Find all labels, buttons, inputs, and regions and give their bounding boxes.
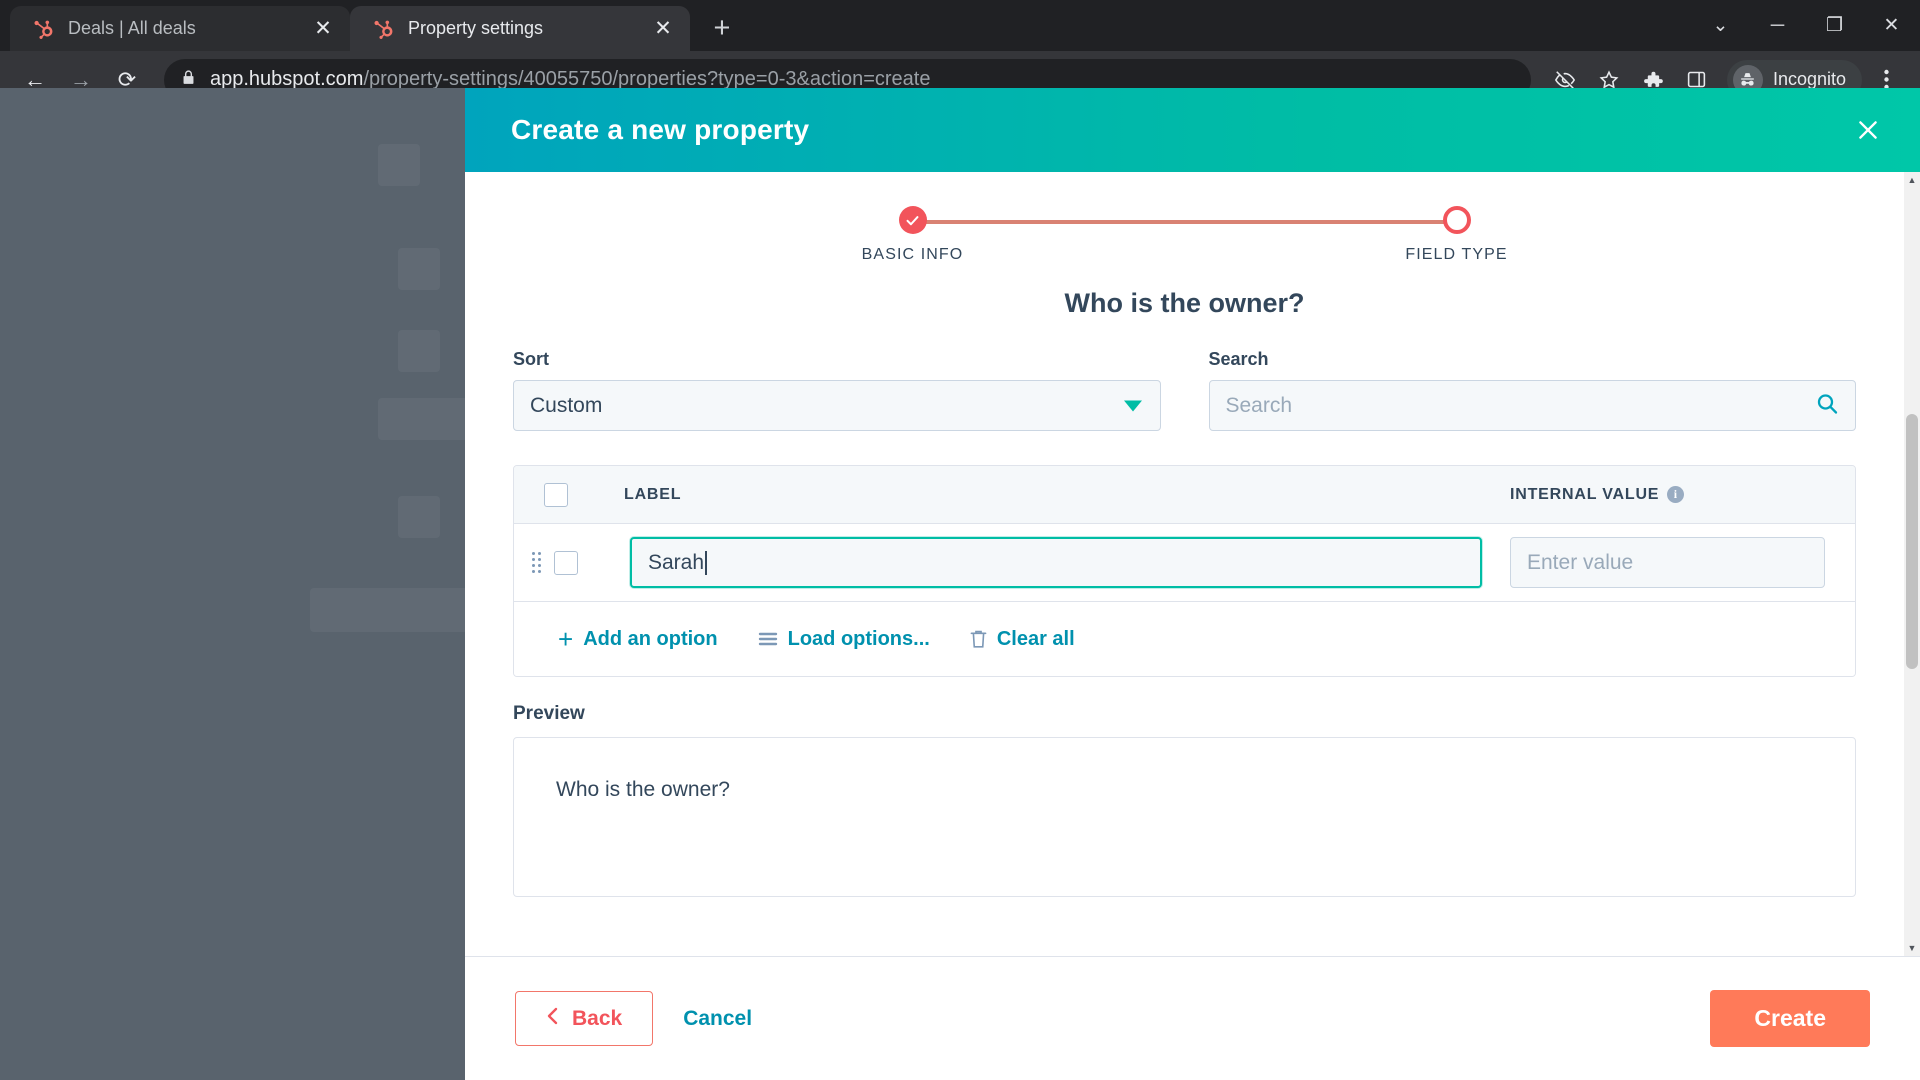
scrollbar-thumb[interactable] [1906, 414, 1918, 669]
hubspot-icon [32, 18, 54, 40]
preview-box: Who is the owner? [513, 737, 1856, 897]
info-icon[interactable]: i [1667, 486, 1685, 503]
preview-question: Who is the owner? [556, 778, 730, 801]
clear-all-button[interactable]: Clear all [970, 628, 1075, 651]
load-options-button[interactable]: Load options... [758, 628, 930, 651]
table-row: Sarah Enter value [514, 524, 1855, 602]
tab-strip: Deals | All deals ✕ Property settings ✕ … [0, 0, 1920, 51]
cancel-button[interactable]: Cancel [683, 1007, 752, 1031]
modal-title: Create a new property [511, 114, 810, 145]
ghost-element [398, 248, 440, 290]
search-placeholder: Search [1225, 393, 1293, 417]
stepper-label: FIELD TYPE [1405, 246, 1508, 263]
column-header-internal-value-text: INTERNAL VALUE [1510, 485, 1660, 503]
option-internal-value-cell: Enter value [1510, 537, 1855, 588]
option-internal-value-input[interactable]: Enter value [1510, 537, 1825, 588]
preview-label: Preview [513, 703, 585, 724]
create-button[interactable]: Create [1710, 990, 1870, 1047]
modal-footer: Back Cancel Create [465, 956, 1920, 1080]
ghost-element [378, 144, 420, 186]
new-tab-button[interactable]: + [702, 8, 742, 48]
sort-select[interactable]: Custom [513, 380, 1161, 431]
profile-label: Incognito [1772, 69, 1846, 89]
text-cursor [705, 550, 707, 575]
page-content: Create a new property BASIC INFO FIELD T… [0, 88, 1920, 1080]
stepper-label: BASIC INFO [861, 246, 964, 263]
browser-tab-deals[interactable]: Deals | All deals ✕ [10, 6, 350, 51]
tab-title: Deals | All deals [68, 18, 196, 38]
plus-icon: + [558, 624, 574, 654]
option-label-value: Sarah [648, 550, 705, 574]
ghost-element [398, 330, 440, 372]
close-icon[interactable] [1848, 110, 1888, 150]
modal-scroll-area: BASIC INFO FIELD TYPE Who is the owner? … [465, 172, 1904, 956]
create-property-modal: Create a new property BASIC INFO FIELD T… [465, 88, 1920, 1080]
stepper-line [912, 220, 1457, 224]
minimize-button[interactable]: ─ [1749, 0, 1806, 51]
chevron-down-icon[interactable]: ⌄ [1692, 0, 1749, 51]
stepper-step-field-type[interactable]: FIELD TYPE [1377, 202, 1537, 264]
search-field: Search Search [1208, 349, 1856, 431]
browser-tab-property-settings[interactable]: Property settings ✕ [350, 6, 690, 51]
window-controls: ⌄ ─ ❐ ✕ [1692, 0, 1920, 51]
close-icon[interactable]: ✕ [650, 16, 676, 42]
search-icon[interactable] [1815, 391, 1839, 420]
page-title: Who is the owner? [1064, 288, 1305, 318]
column-header-label: LABEL [624, 485, 682, 503]
modal-header: Create a new property [465, 88, 1920, 172]
stepper-step-basic-info[interactable]: BASIC INFO [833, 202, 993, 264]
options-table: LABEL INTERNAL VALUE i Sarah Enter value… [513, 465, 1856, 677]
sort-field: Sort Custom [513, 349, 1161, 431]
sort-label: Sort [513, 349, 549, 369]
back-button-label: Back [572, 1006, 623, 1030]
url-path: /property-settings/40055750/properties?t… [363, 68, 931, 90]
circle-icon [1442, 206, 1471, 234]
add-option-button[interactable]: + Add an option [558, 626, 718, 652]
search-label: Search [1208, 349, 1269, 369]
browser-window: Deals | All deals ✕ Property settings ✕ … [0, 0, 1920, 1080]
close-window-button[interactable]: ✕ [1863, 0, 1920, 51]
progress-stepper: BASIC INFO FIELD TYPE [862, 202, 1507, 266]
url-domain: app.hubspot.com [210, 68, 364, 90]
option-label-input[interactable]: Sarah [630, 537, 1482, 588]
vertical-scrollbar[interactable]: ▲ ▼ [1904, 172, 1920, 956]
filters-row: Sort Custom Search Search [465, 349, 1904, 431]
ghost-element [378, 398, 468, 440]
back-button[interactable]: Back [515, 991, 654, 1046]
options-actions: + Add an option Load options... Clear al… [514, 602, 1855, 676]
search-input[interactable]: Search [1208, 380, 1856, 431]
column-header-internal-value: INTERNAL VALUE i [1510, 486, 1855, 504]
sort-selected-value: Custom [530, 393, 603, 417]
select-all-checkbox[interactable] [544, 482, 568, 507]
tab-title: Property settings [408, 18, 544, 38]
option-internal-value-placeholder: Enter value [1527, 550, 1634, 574]
add-option-label: Add an option [583, 627, 718, 650]
close-icon[interactable]: ✕ [310, 16, 336, 42]
clear-all-label: Clear all [996, 627, 1075, 650]
option-label-cell: Sarah [578, 537, 1510, 588]
scroll-down-arrow-icon[interactable]: ▼ [1904, 940, 1920, 956]
load-options-label: Load options... [787, 627, 930, 650]
ghost-element [310, 588, 468, 632]
trash-icon [970, 629, 987, 649]
check-icon [898, 206, 927, 234]
maximize-button[interactable]: ❐ [1806, 0, 1863, 51]
options-table-header: LABEL INTERNAL VALUE i [514, 466, 1855, 524]
modal-body: BASIC INFO FIELD TYPE Who is the owner? … [465, 172, 1920, 956]
chevron-down-icon [1123, 400, 1142, 411]
scroll-up-arrow-icon[interactable]: ▲ [1904, 172, 1920, 188]
list-icon [758, 631, 778, 647]
chevron-left-icon [546, 1007, 560, 1031]
drag-handle-icon[interactable] [528, 552, 544, 573]
hubspot-icon [372, 18, 394, 40]
row-checkbox[interactable] [554, 550, 578, 575]
ghost-element [398, 496, 440, 538]
